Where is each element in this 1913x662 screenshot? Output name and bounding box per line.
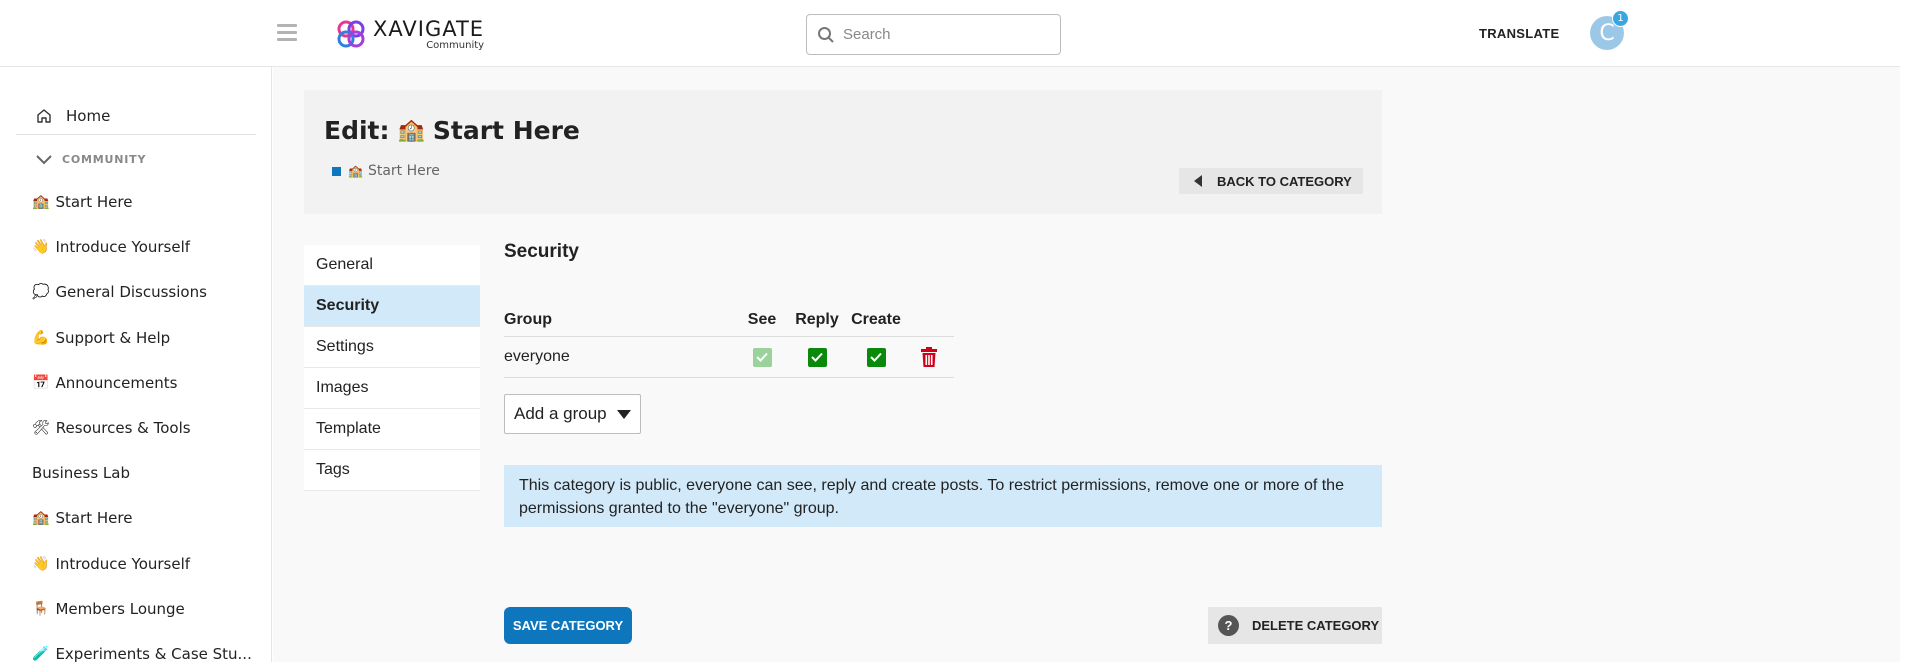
school-icon: 🏫 [348, 164, 363, 178]
sidebar-item-experiments[interactable]: 🧪 Experiments & Case Stu... [32, 645, 252, 662]
flexed-bicep-icon: 💪 [32, 330, 50, 346]
sidebar-item-support-help[interactable]: 💪 Support & Help [32, 329, 170, 347]
sidebar-item-introduce-yourself-2[interactable]: 👋 Introduce Yourself [32, 555, 190, 573]
school-icon: 🏫 [397, 118, 425, 143]
test-tube-icon: 🧪 [32, 646, 50, 662]
breadcrumb-label: Start Here [367, 163, 440, 179]
sidebar-section-community[interactable]: COMMUNITY [36, 153, 146, 166]
sidebar-item-label: Support & Help [55, 329, 171, 347]
calendar-icon: 📅 [32, 375, 50, 391]
tab-security[interactable]: Security [304, 286, 480, 327]
notification-badge[interactable]: 1 [1612, 10, 1629, 27]
reply-checkbox[interactable] [807, 347, 827, 367]
page-title-name: Start Here [432, 116, 580, 145]
edit-header-panel [304, 90, 1382, 214]
sidebar-item-home[interactable]: Home [36, 107, 110, 125]
group-name: everyone [504, 348, 570, 365]
school-icon: 🏫 [32, 194, 50, 210]
home-icon [37, 109, 51, 123]
add-group-label: Add a group [514, 404, 607, 423]
section-title: Security [504, 241, 579, 262]
table-header: Group See Reply Create [504, 304, 954, 337]
table-row: everyone [504, 337, 954, 378]
settings-tabs: General Security Settings Images Templat… [304, 245, 480, 491]
sidebar-item-general-discussions[interactable]: 💭 General Discussions [32, 283, 207, 301]
sidebar-item-start-here[interactable]: 🏫 Start Here [32, 193, 132, 211]
create-checkbox[interactable] [866, 347, 886, 367]
category-color-swatch [332, 166, 341, 176]
tab-settings[interactable]: Settings [304, 327, 480, 368]
trash-icon[interactable] [920, 347, 938, 367]
caret-down-icon [616, 409, 631, 419]
sidebar-item-label: Business Lab [32, 464, 130, 482]
checkmark-icon [870, 352, 882, 362]
sidebar-item-members-lounge[interactable]: 🪑 Members Lounge [32, 600, 185, 618]
sidebar-item-label: Resources & Tools [55, 419, 191, 437]
column-header-group: Group [504, 311, 552, 328]
search-icon [818, 26, 834, 43]
sidebar-item-introduce-yourself[interactable]: 👋 Introduce Yourself [32, 238, 190, 256]
hamburger-menu-icon[interactable] [277, 24, 297, 42]
sidebar-item-label: Introduce Yourself [55, 238, 191, 256]
page-title-prefix: Edit: [324, 116, 390, 145]
breadcrumb[interactable]: 🏫 Start Here [332, 163, 440, 179]
wave-icon: 👋 [32, 239, 50, 255]
chevron-down-icon [36, 154, 52, 164]
sidebar-item-label: Experiments & Case Stu... [55, 645, 252, 662]
sidebar-item-announcements[interactable]: 📅 Announcements [32, 374, 177, 392]
sidebar-item-label: General Discussions [55, 283, 207, 301]
permissions-info-message: This category is public, everyone can se… [504, 465, 1382, 527]
sidebar-item-label: Home [66, 107, 111, 125]
tab-images[interactable]: Images [304, 368, 480, 409]
sidebar-item-label: Introduce Yourself [55, 555, 191, 573]
page-title: Edit: 🏫 Start Here [324, 116, 580, 145]
permissions-table: Group See Reply Create everyone [504, 304, 954, 378]
sidebar-item-business-lab[interactable]: Business Lab [32, 464, 130, 482]
column-header-see: See [747, 311, 777, 328]
tab-general[interactable]: General [304, 245, 480, 286]
search-box[interactable] [806, 14, 1061, 55]
checkmark-icon [811, 352, 823, 362]
sidebar: Home COMMUNITY 🏫 Start Here 👋 Introduce … [0, 67, 272, 662]
save-category-button[interactable]: SAVE CATEGORY [504, 607, 632, 644]
translate-button[interactable]: TRANSLATE [1479, 26, 1559, 41]
school-icon: 🏫 [32, 510, 50, 526]
logo-subtitle: Community [426, 39, 485, 51]
column-header-reply: Reply [795, 311, 839, 328]
sidebar-item-label: Members Lounge [55, 600, 185, 618]
delete-button-label: DELETE CATEGORY [1252, 618, 1380, 633]
back-to-category-button[interactable]: BACK TO CATEGORY [1179, 168, 1363, 194]
sidebar-divider [16, 134, 256, 135]
sidebar-item-resources-tools[interactable]: 🛠 Resources & Tools [32, 419, 191, 437]
sidebar-item-start-here-2[interactable]: 🏫 Start Here [32, 509, 132, 527]
delete-category-button[interactable]: ? DELETE CATEGORY [1208, 607, 1382, 644]
sidebar-section-label: COMMUNITY [62, 153, 147, 166]
sidebar-item-label: Start Here [55, 509, 133, 527]
logo-mark-icon [337, 20, 365, 48]
site-logo[interactable]: XAVIGATE Community [335, 16, 484, 52]
tab-tags[interactable]: Tags [304, 450, 480, 491]
top-header: XAVIGATE Community TRANSLATE C 1 [0, 0, 1900, 67]
see-checkbox[interactable] [752, 347, 772, 367]
chair-icon: 🪑 [32, 601, 50, 617]
checkmark-icon [756, 352, 768, 362]
caret-left-icon [1194, 175, 1202, 187]
wave-icon: 👋 [32, 556, 50, 572]
sidebar-item-label: Announcements [55, 374, 178, 392]
search-input[interactable] [843, 26, 1043, 43]
question-icon: ? [1218, 615, 1239, 636]
tools-icon: 🛠 [32, 420, 50, 436]
column-header-create: Create [851, 311, 901, 328]
add-group-dropdown[interactable]: Add a group [504, 394, 641, 434]
tab-template[interactable]: Template [304, 409, 480, 450]
thought-bubble-icon: 💭 [32, 284, 50, 300]
logo-title: XAVIGATE [373, 16, 485, 41]
sidebar-item-label: Start Here [55, 193, 133, 211]
back-button-label: BACK TO CATEGORY [1217, 173, 1352, 189]
